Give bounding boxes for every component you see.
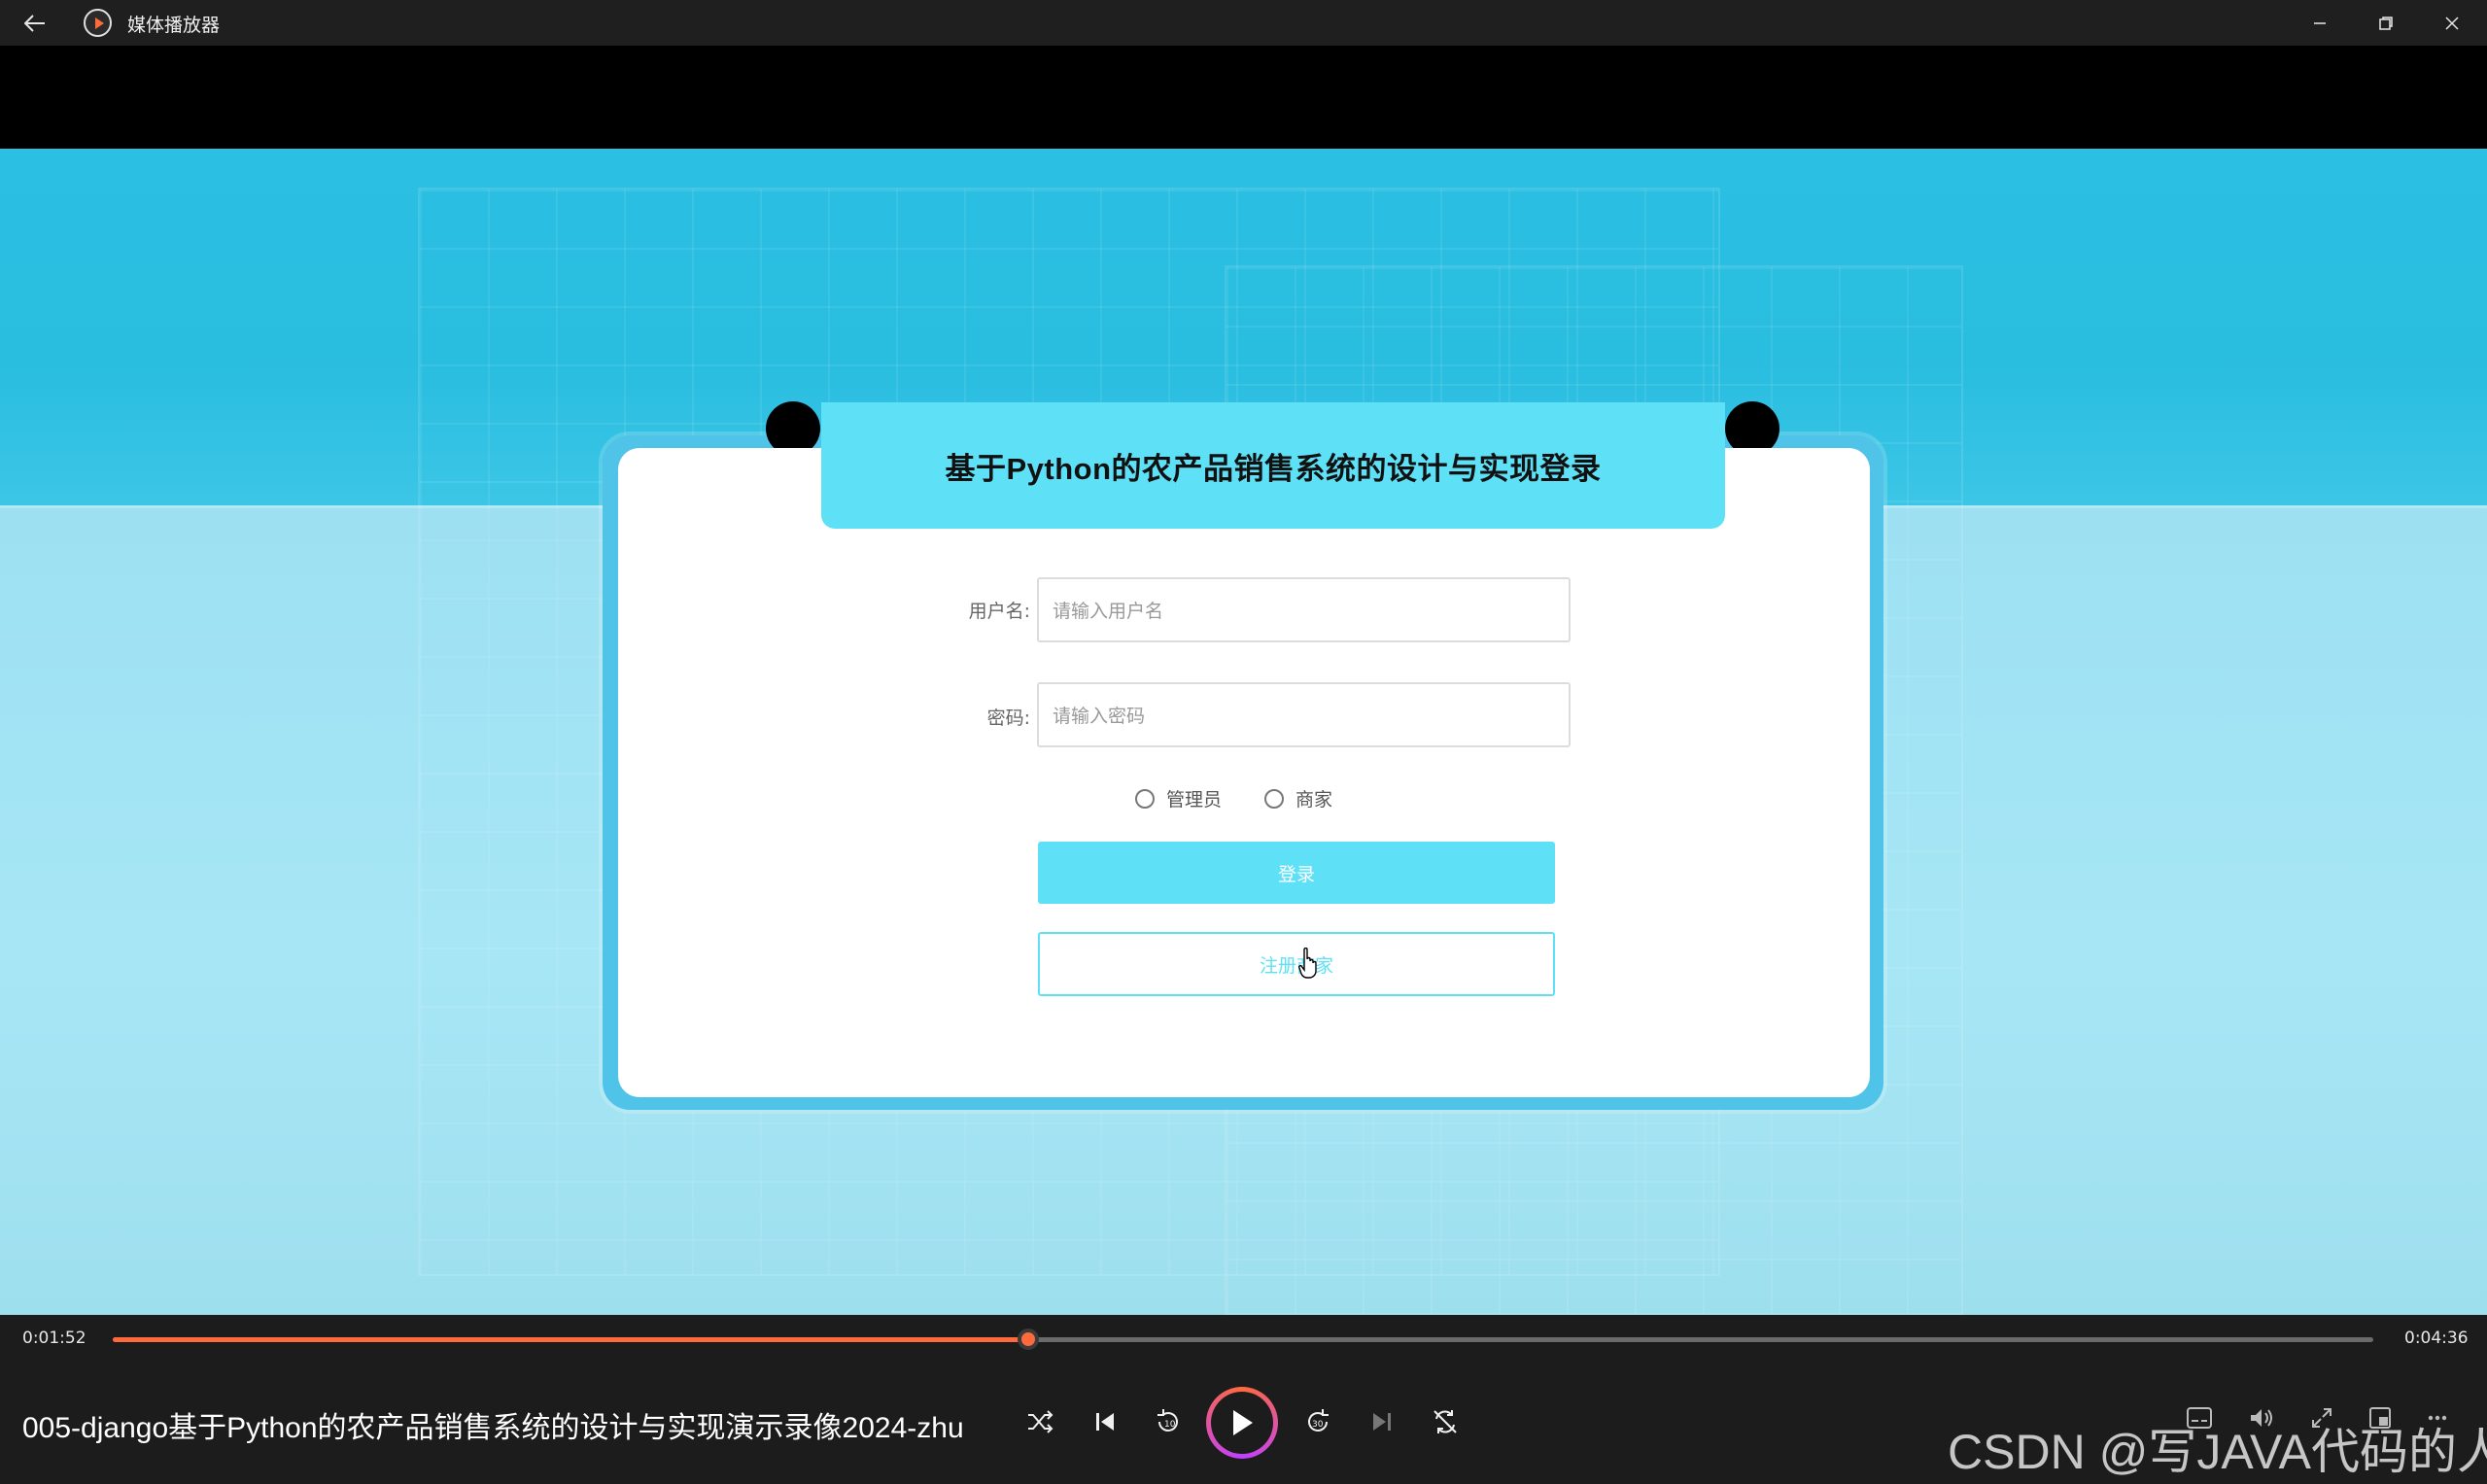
minimize-icon bbox=[2314, 21, 2326, 24]
password-label: 密码: bbox=[986, 707, 1030, 729]
svg-text:30: 30 bbox=[1312, 1420, 1324, 1430]
login-title: 基于Python的农产品销售系统的设计与实现登录 bbox=[945, 451, 1602, 486]
current-time: 0:01:52 bbox=[22, 1329, 86, 1348]
username-input[interactable]: 请输入用户名 bbox=[1037, 577, 1571, 642]
register-merchant-button[interactable]: 注册商家 bbox=[1038, 932, 1555, 996]
restore-icon bbox=[2379, 16, 2393, 30]
radio-icon[interactable] bbox=[1135, 788, 1155, 809]
watermark: CSDN @写JAVA代码的人 bbox=[1948, 1425, 2487, 1479]
media-title: 005-django基于Python的农产品销售系统的设计与实现演示录像2024… bbox=[22, 1412, 964, 1444]
username-placeholder: 请输入用户名 bbox=[1053, 601, 1164, 622]
rewind-10-button[interactable]: 10 bbox=[1142, 1396, 1194, 1448]
username-label: 用户名: bbox=[968, 601, 1030, 622]
close-button[interactable] bbox=[2419, 0, 2485, 46]
role-admin-option[interactable]: 管理员 bbox=[1135, 785, 1222, 811]
previous-button[interactable] bbox=[1079, 1396, 1131, 1448]
forward-30-button[interactable]: 30 bbox=[1292, 1396, 1344, 1448]
previous-icon bbox=[1096, 1413, 1114, 1431]
back-arrow-icon[interactable] bbox=[16, 6, 54, 41]
repeat-off-icon bbox=[1433, 1410, 1457, 1433]
minimize-button[interactable] bbox=[2287, 0, 2353, 46]
shuffle-icon bbox=[1028, 1410, 1054, 1433]
title-bar: 媒体播放器 bbox=[0, 0, 2487, 46]
password-placeholder: 请输入密码 bbox=[1053, 706, 1146, 727]
restore-button[interactable] bbox=[2353, 0, 2419, 46]
total-time: 0:04:36 bbox=[2404, 1329, 2469, 1348]
role-merchant-label: 商家 bbox=[1295, 789, 1333, 811]
svg-text:10: 10 bbox=[1164, 1420, 1176, 1430]
role-radio-group: 管理员 商家 bbox=[1135, 785, 1375, 811]
role-admin-label: 管理员 bbox=[1166, 789, 1223, 811]
next-button[interactable] bbox=[1356, 1396, 1408, 1448]
window-title: 媒体播放器 bbox=[127, 15, 221, 36]
forward-30-icon: 30 bbox=[1308, 1409, 1329, 1432]
next-icon bbox=[1373, 1413, 1391, 1431]
seek-thumb[interactable] bbox=[1018, 1329, 1040, 1350]
shuffle-button[interactable] bbox=[1014, 1396, 1066, 1448]
close-icon bbox=[2445, 16, 2459, 30]
login-button[interactable]: 登录 bbox=[1038, 842, 1555, 904]
radio-icon[interactable] bbox=[1264, 788, 1285, 809]
hand-cursor-icon bbox=[1298, 948, 1317, 979]
play-icon bbox=[1233, 1410, 1253, 1435]
role-merchant-option[interactable]: 商家 bbox=[1264, 785, 1332, 811]
letterbox-bar bbox=[0, 46, 2487, 149]
play-button[interactable] bbox=[1206, 1387, 1278, 1459]
rewind-10-icon: 10 bbox=[1157, 1409, 1178, 1432]
repeat-button[interactable] bbox=[1419, 1396, 1471, 1448]
password-input[interactable]: 请输入密码 bbox=[1037, 682, 1571, 747]
seek-bar[interactable] bbox=[113, 1329, 2373, 1350]
login-title-banner: 基于Python的农产品销售系统的设计与实现登录 bbox=[821, 402, 1725, 529]
seek-progress bbox=[113, 1337, 1029, 1342]
login-card bbox=[618, 448, 1870, 1097]
media-player-icon bbox=[84, 9, 112, 37]
